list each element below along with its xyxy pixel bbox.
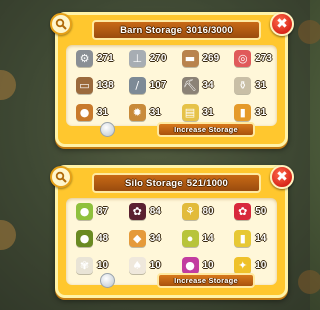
item-count: 14 bbox=[255, 233, 267, 244]
blackberry-icon: ✿ bbox=[128, 203, 146, 220]
storage-item[interactable]: ▬ 269 bbox=[172, 45, 225, 72]
silo-storage-panel: Silo Storage 521/1000 ✖ ● 87 ✿ 84 ⚘ 80 ✿ 50 ● 48 ◆… bbox=[50, 165, 294, 298]
item-count: 87 bbox=[97, 206, 109, 217]
shovel-icon: ⚱ bbox=[234, 77, 252, 94]
storage-item[interactable]: ⚘ 80 bbox=[172, 198, 225, 225]
badge-icon bbox=[100, 122, 115, 137]
item-count: 270 bbox=[149, 53, 167, 64]
item-grid: ⚙ 271 ⊥ 270 ▬ 269 ◎ 273 ▭ 138/107 ⛏ 34 ⚱ 31 ● 31 ✹ 31 ▤ 31 ▮… bbox=[66, 45, 277, 126]
search-icon bbox=[55, 171, 67, 183]
search-icon bbox=[55, 18, 67, 30]
plank-icon: ▭ bbox=[76, 77, 93, 94]
storage-capacity: 521/1000 bbox=[186, 177, 229, 189]
storage-item[interactable]: ✿ 84 bbox=[119, 198, 172, 225]
item-count: 10 bbox=[97, 260, 109, 271]
burger-icon: ● bbox=[76, 104, 93, 121]
apple-icon: ● bbox=[76, 203, 93, 220]
panel-footer: Increase Storage bbox=[58, 273, 285, 289]
item-count: 10 bbox=[202, 260, 214, 271]
item-count: 10 bbox=[255, 260, 267, 271]
close-button[interactable]: ✖ bbox=[270, 165, 294, 189]
wheat-icon: ⚘ bbox=[181, 203, 199, 220]
close-icon: ✖ bbox=[276, 169, 288, 185]
search-button[interactable] bbox=[50, 13, 72, 35]
cotton-icon: ✾ bbox=[76, 257, 93, 274]
panel-title-text: Barn Storage bbox=[120, 24, 183, 36]
popcorn-icon: ▤ bbox=[181, 104, 199, 121]
olive-icon: ● bbox=[76, 230, 93, 247]
storage-item[interactable]: /107 bbox=[119, 72, 172, 99]
storage-item[interactable]: ⦁ 14 bbox=[172, 225, 225, 252]
background-decoration bbox=[298, 270, 320, 294]
storage-item[interactable]: ⚱ 31 bbox=[224, 72, 277, 99]
close-button[interactable]: ✖ bbox=[270, 12, 294, 36]
screwdriver-icon: / bbox=[128, 77, 146, 94]
item-count: 31 bbox=[255, 107, 267, 118]
juice-bottle-icon: ▮ bbox=[234, 104, 252, 121]
soybean-icon: ⦁ bbox=[181, 230, 199, 247]
item-count: 31 bbox=[149, 107, 161, 118]
item-count: 84 bbox=[149, 206, 161, 217]
search-button[interactable] bbox=[50, 166, 72, 188]
nail-icon: ⊥ bbox=[128, 50, 146, 67]
item-count: 271 bbox=[97, 53, 114, 64]
item-count: 80 bbox=[202, 206, 214, 217]
badge-icon bbox=[100, 273, 115, 288]
pizza-icon: ◆ bbox=[128, 230, 146, 247]
item-count: 34 bbox=[202, 80, 214, 91]
cabbage-icon: ● bbox=[181, 257, 199, 274]
item-count: 107 bbox=[149, 80, 167, 91]
storage-item[interactable]: ▮ 14 bbox=[224, 225, 277, 252]
increase-storage-button[interactable]: Increase Storage bbox=[157, 273, 255, 288]
item-count: 10 bbox=[149, 260, 161, 271]
panel-title: Barn Storage 3016/3000 bbox=[92, 20, 261, 40]
cookie-icon: ✹ bbox=[128, 104, 146, 121]
raspberry-icon: ✿ bbox=[234, 203, 252, 220]
carrot-icon: ✦ bbox=[234, 257, 252, 274]
panel-title: Silo Storage 521/1000 bbox=[92, 173, 261, 193]
pickaxe-icon: ⛏ bbox=[181, 77, 199, 94]
storage-capacity: 3016/3000 bbox=[186, 24, 233, 36]
item-count: 31 bbox=[255, 80, 267, 91]
storage-item[interactable]: ● 87 bbox=[66, 198, 119, 225]
panel-footer: Increase Storage bbox=[58, 122, 285, 138]
item-count: 273 bbox=[255, 53, 272, 64]
close-icon: ✖ bbox=[276, 16, 288, 32]
increase-storage-button[interactable]: Increase Storage bbox=[157, 122, 255, 137]
item-count: 14 bbox=[202, 233, 214, 244]
bolt-icon: ⚙ bbox=[76, 50, 93, 67]
storage-item[interactable]: ⚙ 271 bbox=[66, 45, 119, 72]
storage-item[interactable]: ● 48 bbox=[66, 225, 119, 252]
item-count: 48 bbox=[97, 233, 109, 244]
tape-icon: ◎ bbox=[234, 50, 252, 67]
barn-storage-panel: Barn Storage 3016/3000 ✖ ⚙ 271 ⊥ 270 ▬ 269 ◎ 27… bbox=[50, 12, 294, 147]
item-count: 50 bbox=[255, 206, 267, 217]
item-count: 34 bbox=[149, 233, 161, 244]
storage-item[interactable]: ▭ 138 bbox=[66, 72, 119, 99]
storage-item[interactable]: ✿ 50 bbox=[224, 198, 277, 225]
storage-item[interactable]: ◆ 34 bbox=[119, 225, 172, 252]
storage-item[interactable]: ⛏ 34 bbox=[172, 72, 225, 99]
corn-icon: ▮ bbox=[234, 230, 252, 247]
item-count: 269 bbox=[202, 53, 220, 64]
item-count: 138 bbox=[97, 80, 114, 91]
item-count: 31 bbox=[97, 107, 109, 118]
item-grid: ● 87 ✿ 84 ⚘ 80 ✿ 50 ● 48 ◆ 34 ⦁ 14 ▮ 14 ✾ 10 ♠ 10 ● 10 ✦ 10 bbox=[66, 198, 277, 285]
garlic-icon: ♠ bbox=[128, 257, 146, 274]
panel-title-text: Silo Storage bbox=[124, 177, 183, 189]
wood-plank-icon: ▬ bbox=[181, 50, 199, 67]
background-decoration bbox=[298, 20, 320, 44]
item-count: 31 bbox=[202, 107, 214, 118]
storage-item[interactable]: ⊥ 270 bbox=[119, 45, 172, 72]
storage-item[interactable]: ◎ 273 bbox=[224, 45, 277, 72]
